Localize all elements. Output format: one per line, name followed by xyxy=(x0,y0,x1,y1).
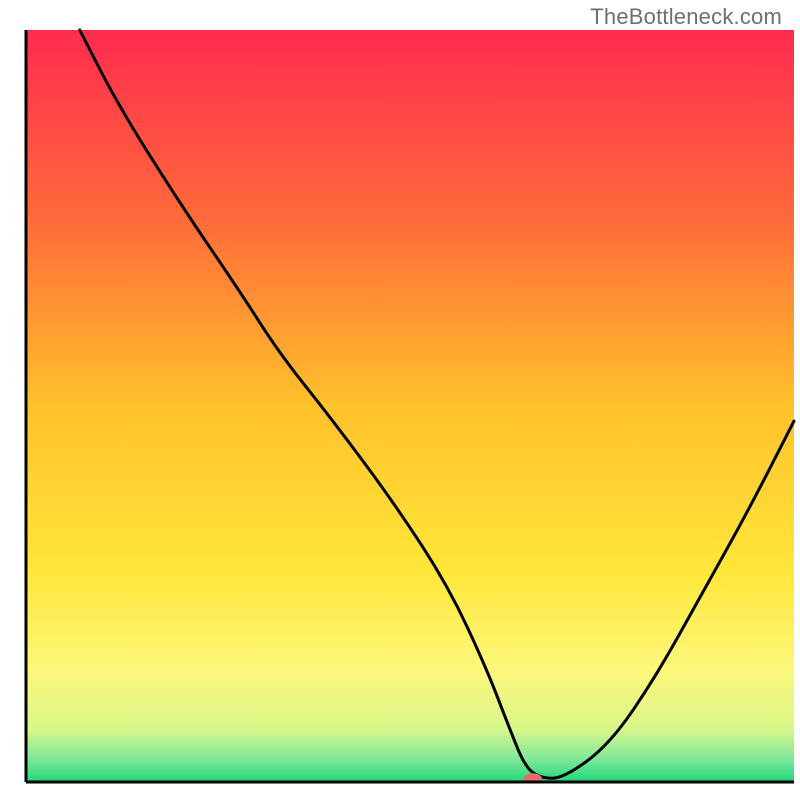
watermark-text: TheBottleneck.com xyxy=(590,4,782,30)
chart-container: TheBottleneck.com xyxy=(0,0,800,800)
chart-plot xyxy=(0,0,800,800)
